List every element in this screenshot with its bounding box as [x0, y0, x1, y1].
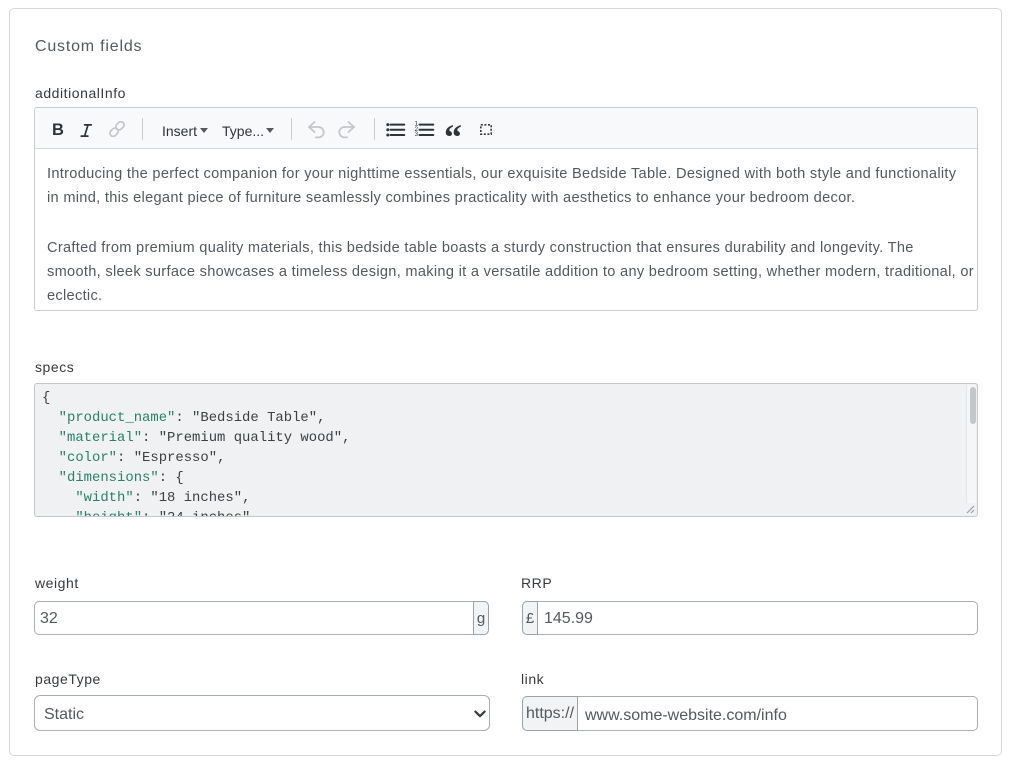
svg-text:3: 3 — [415, 131, 419, 137]
